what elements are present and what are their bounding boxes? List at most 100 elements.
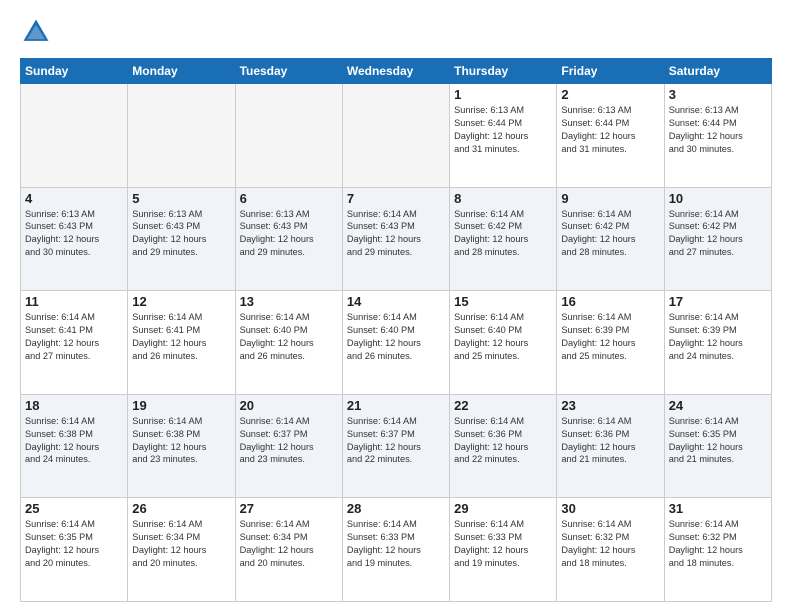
day-info: Sunrise: 6:14 AMSunset: 6:40 PMDaylight:… bbox=[454, 311, 552, 363]
calendar-day: 19 Sunrise: 6:14 AMSunset: 6:38 PMDayligh… bbox=[128, 394, 235, 498]
calendar-day: 25 Sunrise: 6:14 AMSunset: 6:35 PMDayligh… bbox=[21, 498, 128, 602]
calendar-day: 21 Sunrise: 6:14 AMSunset: 6:37 PMDayligh… bbox=[342, 394, 449, 498]
day-number: 18 bbox=[25, 398, 123, 413]
calendar-header-row: SundayMondayTuesdayWednesdayThursdayFrid… bbox=[21, 59, 772, 84]
day-info: Sunrise: 6:14 AMSunset: 6:33 PMDaylight:… bbox=[454, 518, 552, 570]
day-number: 17 bbox=[669, 294, 767, 309]
day-number: 19 bbox=[132, 398, 230, 413]
day-info: Sunrise: 6:14 AMSunset: 6:43 PMDaylight:… bbox=[347, 208, 445, 260]
calendar-day: 22Sunrise: 6:14 AMSunset: 6:36 PMDayligh… bbox=[450, 394, 557, 498]
day-number: 27 bbox=[240, 501, 338, 516]
calendar-week-1: 4 Sunrise: 6:13 AMSunset: 6:43 PMDaylight… bbox=[21, 187, 772, 291]
day-number: 5 bbox=[132, 191, 230, 206]
calendar-week-2: 11 Sunrise: 6:14 AMSunset: 6:41 PMDayligh… bbox=[21, 291, 772, 395]
calendar-day bbox=[21, 84, 128, 188]
day-number: 13 bbox=[240, 294, 338, 309]
logo bbox=[20, 16, 56, 48]
day-number: 11 bbox=[25, 294, 123, 309]
day-number: 2 bbox=[561, 87, 659, 102]
calendar-day: 23 Sunrise: 6:14 AMSunset: 6:36 PMDayligh… bbox=[557, 394, 664, 498]
calendar-day: 4 Sunrise: 6:13 AMSunset: 6:43 PMDaylight… bbox=[21, 187, 128, 291]
day-info: Sunrise: 6:13 AMSunset: 6:43 PMDaylight:… bbox=[132, 208, 230, 260]
day-info: Sunrise: 6:14 AMSunset: 6:36 PMDaylight:… bbox=[561, 415, 659, 467]
day-header-friday: Friday bbox=[557, 59, 664, 84]
day-info: Sunrise: 6:14 AMSunset: 6:39 PMDaylight:… bbox=[561, 311, 659, 363]
day-info: Sunrise: 6:14 AMSunset: 6:32 PMDaylight:… bbox=[561, 518, 659, 570]
calendar-day: 7 Sunrise: 6:14 AMSunset: 6:43 PMDaylight… bbox=[342, 187, 449, 291]
day-header-thursday: Thursday bbox=[450, 59, 557, 84]
day-header-saturday: Saturday bbox=[664, 59, 771, 84]
day-info: Sunrise: 6:14 AMSunset: 6:40 PMDaylight:… bbox=[347, 311, 445, 363]
calendar-day: 1Sunrise: 6:13 AMSunset: 6:44 PMDaylight… bbox=[450, 84, 557, 188]
day-number: 21 bbox=[347, 398, 445, 413]
calendar-day bbox=[235, 84, 342, 188]
calendar-day bbox=[128, 84, 235, 188]
day-number: 29 bbox=[454, 501, 552, 516]
day-number: 14 bbox=[347, 294, 445, 309]
day-number: 9 bbox=[561, 191, 659, 206]
day-info: Sunrise: 6:14 AMSunset: 6:42 PMDaylight:… bbox=[669, 208, 767, 260]
calendar-day: 20 Sunrise: 6:14 AMSunset: 6:37 PMDayligh… bbox=[235, 394, 342, 498]
calendar-day bbox=[342, 84, 449, 188]
logo-icon bbox=[20, 16, 52, 48]
calendar-day: 5 Sunrise: 6:13 AMSunset: 6:43 PMDaylight… bbox=[128, 187, 235, 291]
calendar-day: 11 Sunrise: 6:14 AMSunset: 6:41 PMDayligh… bbox=[21, 291, 128, 395]
calendar-day: 8 Sunrise: 6:14 AMSunset: 6:42 PMDaylight… bbox=[450, 187, 557, 291]
day-info: Sunrise: 6:14 AMSunset: 6:39 PMDaylight:… bbox=[669, 311, 767, 363]
day-header-tuesday: Tuesday bbox=[235, 59, 342, 84]
calendar-day: 17 Sunrise: 6:14 AMSunset: 6:39 PMDayligh… bbox=[664, 291, 771, 395]
day-number: 28 bbox=[347, 501, 445, 516]
day-number: 16 bbox=[561, 294, 659, 309]
day-info: Sunrise: 6:14 AMSunset: 6:32 PMDaylight:… bbox=[669, 518, 767, 570]
day-header-monday: Monday bbox=[128, 59, 235, 84]
day-info: Sunrise: 6:14 AMSunset: 6:33 PMDaylight:… bbox=[347, 518, 445, 570]
day-info: Sunrise: 6:14 AMSunset: 6:37 PMDaylight:… bbox=[240, 415, 338, 467]
day-number: 23 bbox=[561, 398, 659, 413]
day-info: Sunrise: 6:14 AMSunset: 6:41 PMDaylight:… bbox=[25, 311, 123, 363]
page: SundayMondayTuesdayWednesdayThursdayFrid… bbox=[0, 0, 792, 612]
day-number: 26 bbox=[132, 501, 230, 516]
day-header-wednesday: Wednesday bbox=[342, 59, 449, 84]
day-info: Sunrise: 6:14 AMSunset: 6:35 PMDaylight:… bbox=[669, 415, 767, 467]
calendar-week-3: 18 Sunrise: 6:14 AMSunset: 6:38 PMDayligh… bbox=[21, 394, 772, 498]
calendar-day: 10Sunrise: 6:14 AMSunset: 6:42 PMDayligh… bbox=[664, 187, 771, 291]
calendar-day: 13 Sunrise: 6:14 AMSunset: 6:40 PMDayligh… bbox=[235, 291, 342, 395]
calendar-day: 3Sunrise: 6:13 AMSunset: 6:44 PMDaylight… bbox=[664, 84, 771, 188]
day-number: 12 bbox=[132, 294, 230, 309]
day-info: Sunrise: 6:13 AMSunset: 6:43 PMDaylight:… bbox=[25, 208, 123, 260]
day-info: Sunrise: 6:14 AMSunset: 6:40 PMDaylight:… bbox=[240, 311, 338, 363]
day-number: 15 bbox=[454, 294, 552, 309]
day-info: Sunrise: 6:14 AMSunset: 6:41 PMDaylight:… bbox=[132, 311, 230, 363]
day-info: Sunrise: 6:14 AMSunset: 6:38 PMDaylight:… bbox=[25, 415, 123, 467]
day-info: Sunrise: 6:13 AMSunset: 6:44 PMDaylight:… bbox=[669, 104, 767, 156]
calendar-day: 24 Sunrise: 6:14 AMSunset: 6:35 PMDayligh… bbox=[664, 394, 771, 498]
calendar-day: 29 Sunrise: 6:14 AMSunset: 6:33 PMDayligh… bbox=[450, 498, 557, 602]
calendar-day: 28 Sunrise: 6:14 AMSunset: 6:33 PMDayligh… bbox=[342, 498, 449, 602]
day-number: 22 bbox=[454, 398, 552, 413]
calendar-day: 9 Sunrise: 6:14 AMSunset: 6:42 PMDaylight… bbox=[557, 187, 664, 291]
day-info: Sunrise: 6:14 AMSunset: 6:34 PMDaylight:… bbox=[132, 518, 230, 570]
calendar-day: 18 Sunrise: 6:14 AMSunset: 6:38 PMDayligh… bbox=[21, 394, 128, 498]
calendar-day: 15 Sunrise: 6:14 AMSunset: 6:40 PMDayligh… bbox=[450, 291, 557, 395]
day-number: 8 bbox=[454, 191, 552, 206]
calendar-week-4: 25 Sunrise: 6:14 AMSunset: 6:35 PMDayligh… bbox=[21, 498, 772, 602]
calendar-day: 2Sunrise: 6:13 AMSunset: 6:44 PMDaylight… bbox=[557, 84, 664, 188]
calendar-day: 27 Sunrise: 6:14 AMSunset: 6:34 PMDayligh… bbox=[235, 498, 342, 602]
day-info: Sunrise: 6:14 AMSunset: 6:34 PMDaylight:… bbox=[240, 518, 338, 570]
day-number: 30 bbox=[561, 501, 659, 516]
calendar-day: 31Sunrise: 6:14 AMSunset: 6:32 PMDayligh… bbox=[664, 498, 771, 602]
calendar-week-0: 1Sunrise: 6:13 AMSunset: 6:44 PMDaylight… bbox=[21, 84, 772, 188]
calendar-table: SundayMondayTuesdayWednesdayThursdayFrid… bbox=[20, 58, 772, 602]
calendar-day: 30 Sunrise: 6:14 AMSunset: 6:32 PMDayligh… bbox=[557, 498, 664, 602]
day-number: 20 bbox=[240, 398, 338, 413]
header bbox=[20, 16, 772, 48]
day-info: Sunrise: 6:14 AMSunset: 6:38 PMDaylight:… bbox=[132, 415, 230, 467]
day-number: 25 bbox=[25, 501, 123, 516]
day-info: Sunrise: 6:14 AMSunset: 6:37 PMDaylight:… bbox=[347, 415, 445, 467]
day-info: Sunrise: 6:14 AMSunset: 6:42 PMDaylight:… bbox=[561, 208, 659, 260]
day-info: Sunrise: 6:14 AMSunset: 6:35 PMDaylight:… bbox=[25, 518, 123, 570]
day-number: 24 bbox=[669, 398, 767, 413]
day-number: 7 bbox=[347, 191, 445, 206]
day-number: 4 bbox=[25, 191, 123, 206]
day-info: Sunrise: 6:14 AMSunset: 6:42 PMDaylight:… bbox=[454, 208, 552, 260]
